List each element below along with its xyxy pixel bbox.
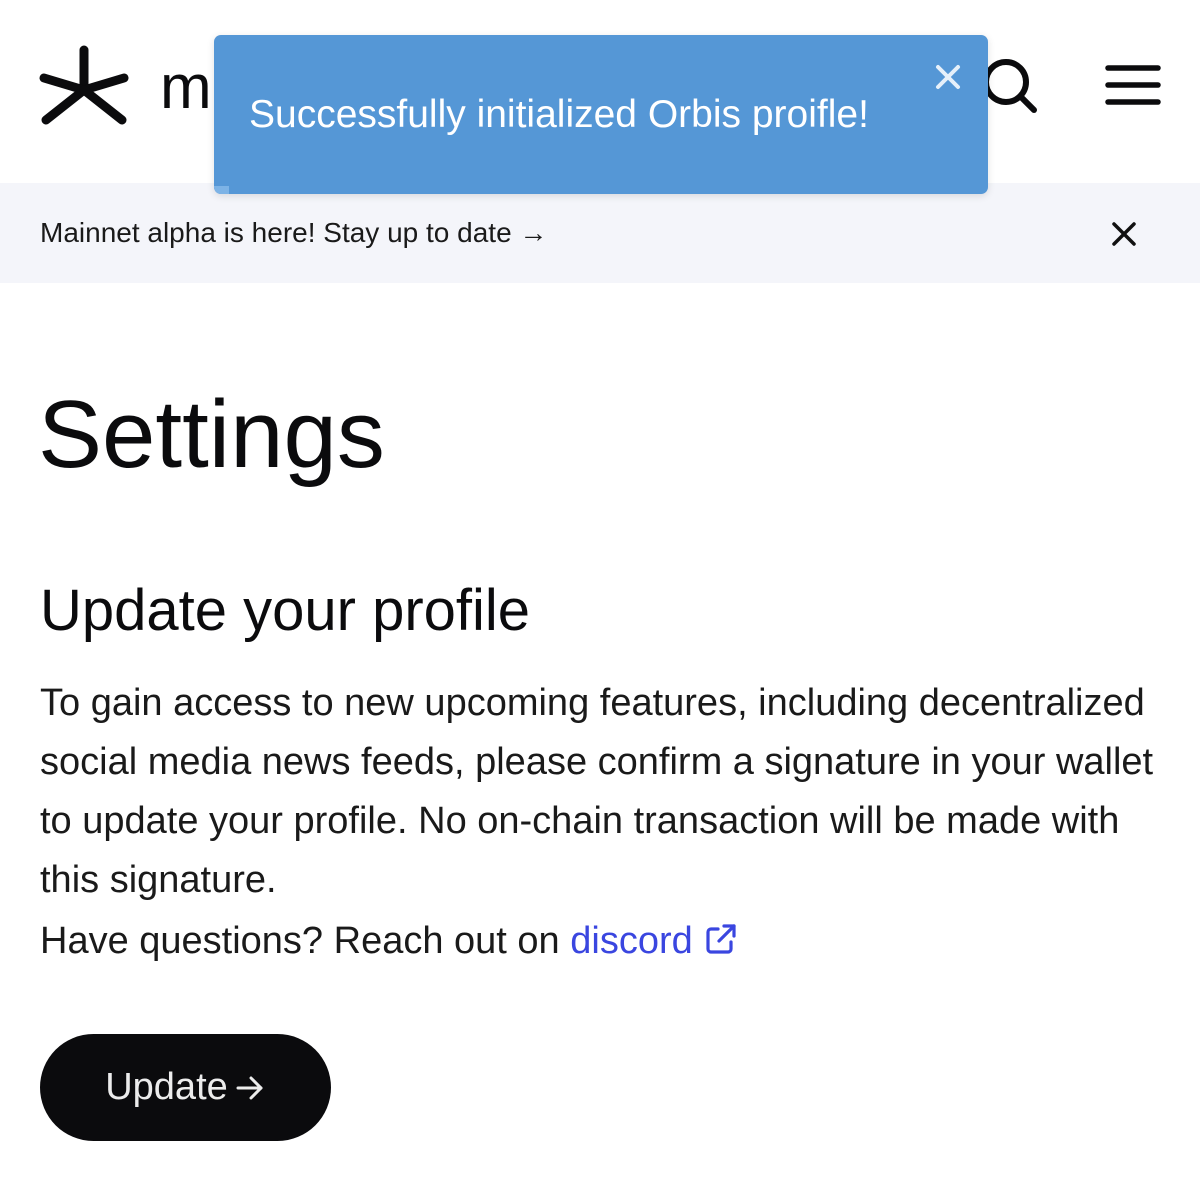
toast-progress-bar [214,186,230,194]
toast-message: Successfully initialized Orbis proifle! [249,93,869,136]
page-title: Settings [38,381,385,488]
section-title: Update your profile [40,578,531,643]
help-line: Have questions? Reach out on discord [40,912,739,971]
update-button-label: Update [105,1066,228,1108]
close-icon[interactable] [1106,216,1142,252]
update-button[interactable]: Update [40,1034,331,1141]
asterisk-logo-icon[interactable] [38,44,130,126]
toast-close-icon[interactable] [932,61,964,93]
search-icon[interactable] [980,56,1040,116]
arrow-right-icon [236,1076,263,1099]
discord-link-label: discord [570,920,693,962]
discord-link[interactable]: discord [570,920,739,962]
announcement-banner: Mainnet alpha is here! Stay up to date → [0,183,1200,283]
hamburger-menu-icon[interactable] [1104,62,1162,108]
logo-wordmark[interactable]: m [160,52,212,124]
external-link-icon [706,924,736,954]
success-toast: Successfully initialized Orbis proifle! [214,35,988,194]
profile-description: To gain access to new upcoming features,… [40,682,1154,901]
banner-link[interactable]: Mainnet alpha is here! Stay up to date → [40,215,547,251]
help-prefix: Have questions? Reach out on [40,920,571,962]
settings-page: m Mainnet alpha is here! Stay up to date… [0,0,1200,1200]
